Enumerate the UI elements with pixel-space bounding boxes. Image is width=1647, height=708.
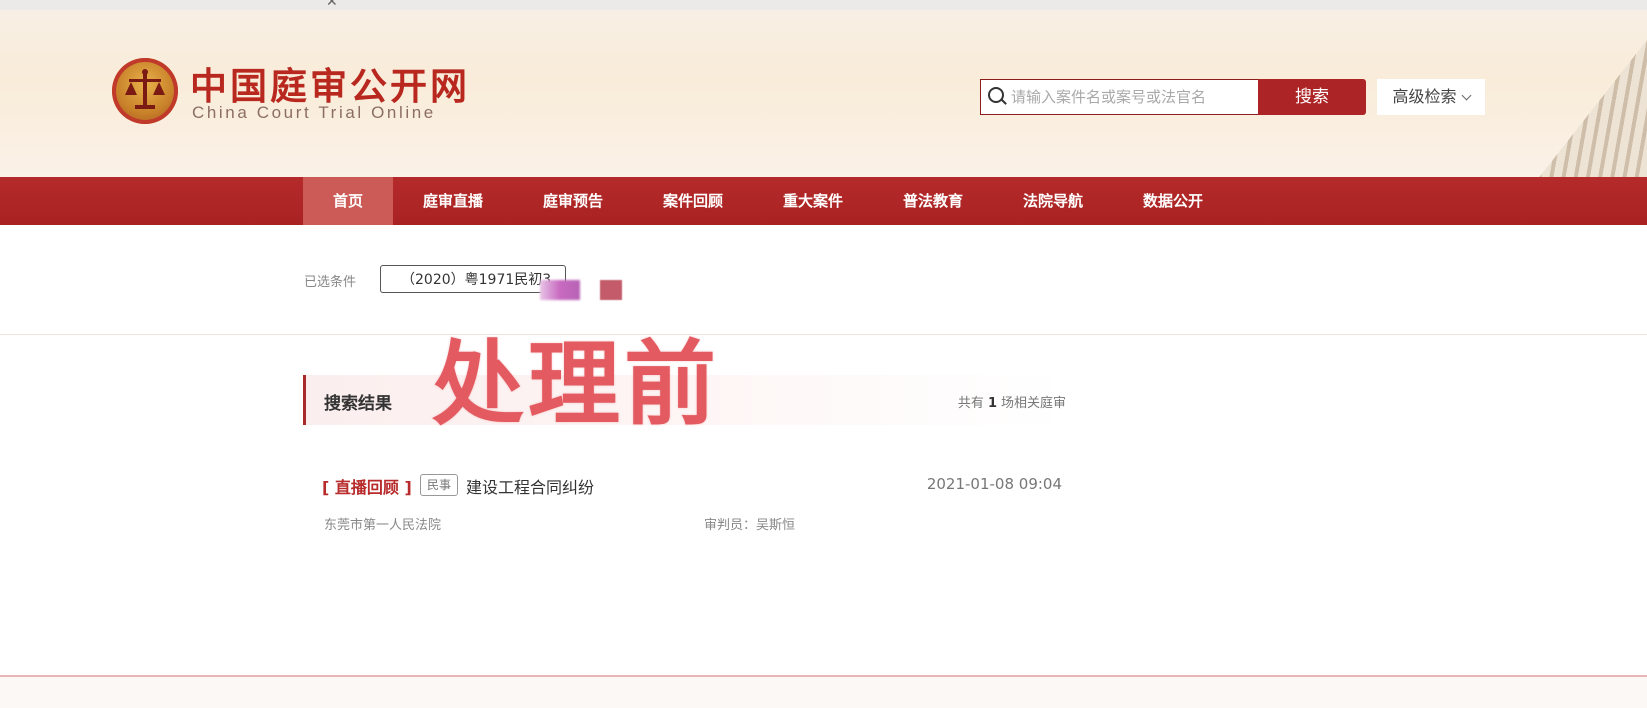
case-judge: 审判员：吴斯恒 xyxy=(704,518,796,533)
nav-item-court-navigation[interactable]: 法院导航 xyxy=(1008,177,1098,225)
browser-top-strip: ✕ xyxy=(0,0,1647,10)
case-date: 2021-01-08 09:04 xyxy=(926,475,1062,493)
watermark-label: 处理前 xyxy=(432,331,721,438)
nav-item-major-cases[interactable]: 重大案件 xyxy=(768,177,858,225)
building-decoration xyxy=(1537,40,1647,178)
results-title: 搜索结果 xyxy=(324,394,392,414)
advanced-search-label: 高级检索 xyxy=(1392,87,1457,106)
redaction-mark xyxy=(540,280,580,300)
results-count-suffix: 场相关庭审 xyxy=(1000,396,1066,411)
case-status-tag[interactable]: [ 直播回顾 ] xyxy=(322,474,412,498)
filter-tag-case-number[interactable]: （2020）粤1971民初3 xyxy=(380,265,566,293)
search-box[interactable] xyxy=(980,79,1259,115)
advanced-search-button[interactable]: 高级检索 xyxy=(1377,79,1485,115)
results-count-number: 1 xyxy=(987,396,997,411)
close-icon: ✕ xyxy=(326,0,338,10)
chevron-down-icon xyxy=(1461,90,1471,101)
site-subtitle: China Court Trial Online xyxy=(192,103,436,122)
case-type-badge: 民事 xyxy=(420,474,459,496)
footer xyxy=(0,677,1647,708)
scales-icon xyxy=(125,69,165,109)
redaction-mark xyxy=(600,280,622,300)
filter-label: 已选条件 xyxy=(304,275,357,290)
list-item[interactable]: [ 直播回顾 ] 民事 建设工程合同纠纷 2021-01-08 09:04 东莞… xyxy=(322,470,1062,550)
results-count: 共有 1 场相关庭审 xyxy=(958,392,1066,411)
nav-item-home[interactable]: 首页 xyxy=(303,177,393,225)
search-button[interactable]: 搜索 xyxy=(1258,79,1366,115)
filter-area: 已选条件 （2020）粤1971民初3 xyxy=(0,225,1647,335)
site-title[interactable]: 中国庭审公开网 xyxy=(190,56,470,110)
nav-item-preview[interactable]: 庭审预告 xyxy=(528,177,618,225)
site-header: ✕ 中国庭审公开网 China Court Trial Online 搜索 高级… xyxy=(0,0,1647,178)
nav-item-legal-education[interactable]: 普法教育 xyxy=(888,177,978,225)
case-title-link[interactable]: 建设工程合同纠纷 xyxy=(466,474,594,498)
results-count-prefix: 共有 xyxy=(957,396,984,411)
case-court: 东莞市第一人民法院 xyxy=(324,518,442,533)
nav-item-review[interactable]: 案件回顾 xyxy=(648,177,738,225)
search-icon xyxy=(988,87,1004,103)
search-input[interactable] xyxy=(1011,80,1251,114)
court-emblem-logo[interactable] xyxy=(112,58,178,124)
nav-item-live[interactable]: 庭审直播 xyxy=(408,177,498,225)
nav-item-open-data[interactable]: 数据公开 xyxy=(1128,177,1218,225)
main-nav: 首页 庭审直播 庭审预告 案件回顾 重大案件 普法教育 法院导航 数据公开 xyxy=(0,177,1647,225)
